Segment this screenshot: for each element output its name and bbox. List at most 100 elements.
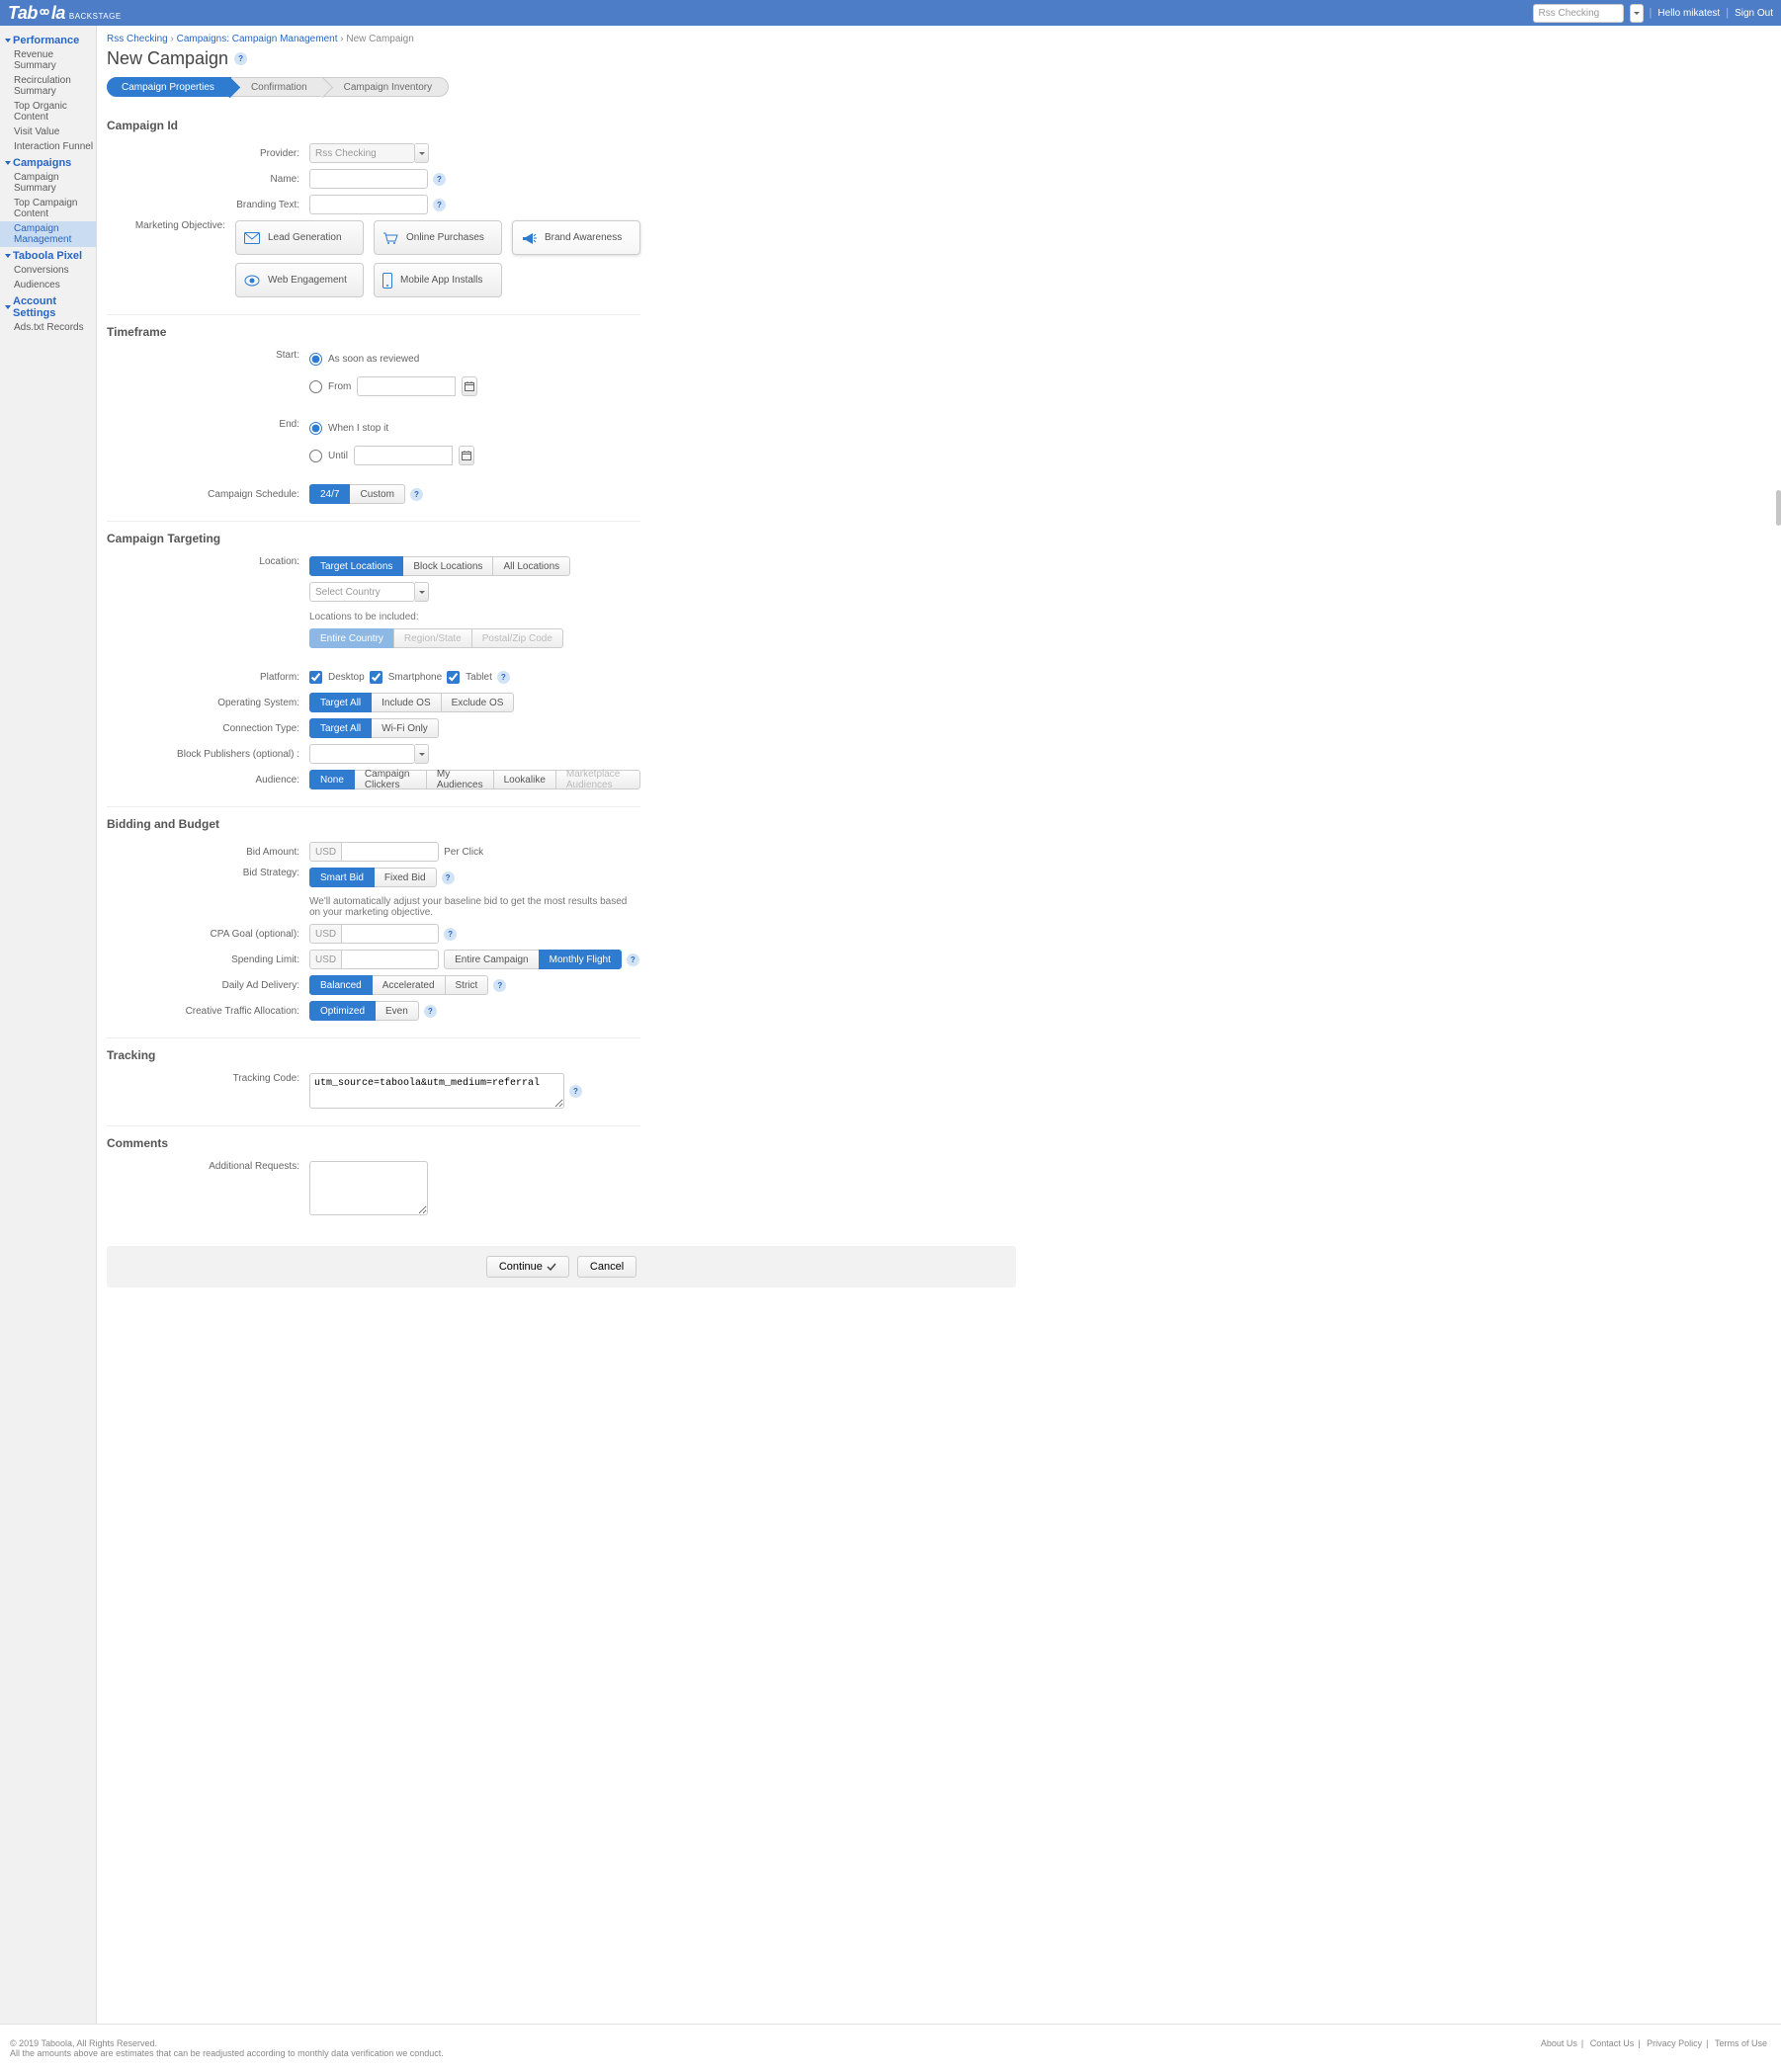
audience-clickers-button[interactable]: Campaign Clickers [354, 770, 427, 789]
country-select-button[interactable] [415, 582, 429, 602]
help-icon[interactable]: ? [493, 979, 506, 992]
sidebar-item-conversions[interactable]: Conversions [0, 263, 96, 278]
help-icon[interactable]: ? [410, 488, 423, 501]
wizard-step-properties[interactable]: Campaign Properties [107, 77, 231, 97]
country-select[interactable]: Select Country [309, 582, 415, 602]
footer-link-terms[interactable]: Terms of Use [1715, 2038, 1767, 2048]
block-publishers-button[interactable] [415, 744, 429, 764]
strategy-smart-button[interactable]: Smart Bid [309, 868, 375, 887]
objective-web-engagement[interactable]: Web Engagement [235, 263, 364, 297]
bid-amount-input[interactable] [342, 842, 439, 862]
account-dropdown-button[interactable] [1630, 4, 1644, 23]
os-exclude-button[interactable]: Exclude OS [441, 693, 515, 712]
sidebar-section-campaigns[interactable]: Campaigns [5, 157, 96, 169]
tracking-code-textarea[interactable] [309, 1073, 564, 1109]
creative-even-button[interactable]: Even [375, 1001, 419, 1021]
strategy-fixed-button[interactable]: Fixed Bid [374, 868, 437, 887]
spending-input[interactable] [342, 950, 439, 969]
sidebar-item-campaign-management[interactable]: Campaign Management [0, 221, 96, 247]
calendar-button[interactable] [459, 446, 474, 465]
audience-my-button[interactable]: My Audiences [426, 770, 494, 789]
help-icon[interactable]: ? [497, 671, 510, 684]
provider-select[interactable]: Rss Checking [309, 143, 415, 163]
location-target-button[interactable]: Target Locations [309, 556, 403, 576]
sidebar-item-top-campaign-content[interactable]: Top Campaign Content [0, 196, 96, 221]
end-stop-radio[interactable]: When I stop it [309, 422, 388, 435]
location-block-button[interactable]: Block Locations [402, 556, 493, 576]
hello-user-link[interactable]: Hello mikatest [1657, 8, 1720, 19]
cancel-button[interactable]: Cancel [577, 1256, 636, 1278]
start-asap-radio[interactable]: As soon as reviewed [309, 353, 419, 366]
sidebar-section-taboola-pixel[interactable]: Taboola Pixel [5, 250, 96, 262]
audience-lookalike-button[interactable]: Lookalike [493, 770, 556, 789]
scrollbar-thumb[interactable] [1776, 490, 1781, 526]
platform-desktop-checkbox[interactable]: Desktop [309, 671, 365, 684]
section-title-comments: Comments [107, 1132, 640, 1158]
end-until-radio[interactable]: Until [309, 446, 474, 465]
help-icon[interactable]: ? [442, 871, 455, 884]
block-publishers-select[interactable] [309, 744, 415, 764]
continue-button[interactable]: Continue [486, 1256, 569, 1278]
help-icon[interactable]: ? [234, 52, 247, 65]
objective-lead-generation[interactable]: Lead Generation [235, 220, 364, 255]
spending-entire-button[interactable]: Entire Campaign [444, 950, 539, 969]
scope-country-button[interactable]: Entire Country [309, 628, 394, 648]
audience-marketplace-button[interactable]: Marketplace Audiences [555, 770, 640, 789]
footer-link-contact[interactable]: Contact Us [1590, 2038, 1635, 2048]
help-icon[interactable]: ? [444, 928, 457, 941]
wizard-step-confirmation[interactable]: Confirmation [230, 77, 324, 97]
os-target-all-button[interactable]: Target All [309, 693, 372, 712]
cpa-input[interactable] [342, 924, 439, 944]
branding-input[interactable] [309, 195, 428, 214]
footer-link-about[interactable]: About Us [1541, 2038, 1577, 2048]
breadcrumb-account[interactable]: Rss Checking [107, 34, 168, 44]
help-icon[interactable]: ? [424, 1005, 437, 1018]
schedule-247-button[interactable]: 24/7 [309, 484, 350, 504]
scope-region-button[interactable]: Region/State [393, 628, 472, 648]
wizard-step-inventory[interactable]: Campaign Inventory [323, 77, 450, 97]
sidebar-item-campaign-summary[interactable]: Campaign Summary [0, 170, 96, 196]
scope-postal-button[interactable]: Postal/Zip Code [471, 628, 563, 648]
schedule-custom-button[interactable]: Custom [349, 484, 404, 504]
objective-brand-awareness[interactable]: Brand Awareness [512, 220, 640, 255]
calendar-button[interactable] [462, 376, 477, 396]
sidebar-item-ads-txt-records[interactable]: Ads.txt Records [0, 320, 96, 335]
sidebar-section-performance[interactable]: Performance [5, 35, 96, 46]
daily-balanced-button[interactable]: Balanced [309, 975, 373, 995]
objective-online-purchases[interactable]: Online Purchases [374, 220, 502, 255]
sidebar-item-revenue-summary[interactable]: Revenue Summary [0, 47, 96, 73]
end-date-input[interactable] [354, 446, 453, 465]
help-icon[interactable]: ? [433, 173, 446, 186]
start-from-radio[interactable]: From [309, 376, 477, 396]
conn-target-all-button[interactable]: Target All [309, 718, 372, 738]
conn-wifi-button[interactable]: Wi-Fi Only [371, 718, 439, 738]
comments-textarea[interactable] [309, 1161, 428, 1215]
os-include-button[interactable]: Include OS [371, 693, 441, 712]
daily-strict-button[interactable]: Strict [445, 975, 489, 995]
sidebar-item-top-organic-content[interactable]: Top Organic Content [0, 99, 96, 124]
sidebar-section-account-settings[interactable]: Account Settings [5, 295, 96, 319]
help-icon[interactable]: ? [627, 953, 639, 966]
creative-optimized-button[interactable]: Optimized [309, 1001, 376, 1021]
sidebar-item-interaction-funnel[interactable]: Interaction Funnel [0, 139, 96, 154]
spending-monthly-button[interactable]: Monthly Flight [539, 950, 622, 969]
help-icon[interactable]: ? [569, 1085, 582, 1098]
platform-tablet-checkbox[interactable]: Tablet [447, 671, 492, 684]
platform-smartphone-checkbox[interactable]: Smartphone [370, 671, 442, 684]
signout-link[interactable]: Sign Out [1735, 8, 1773, 19]
help-icon[interactable]: ? [433, 199, 446, 211]
sidebar-item-visit-value[interactable]: Visit Value [0, 124, 96, 139]
breadcrumb-campaigns[interactable]: Campaigns: Campaign Management [177, 34, 338, 44]
objective-mobile-app-installs[interactable]: Mobile App Installs [374, 263, 502, 297]
scrollbar[interactable] [1775, 26, 1781, 2024]
daily-accelerated-button[interactable]: Accelerated [372, 975, 446, 995]
sidebar-item-recirculation-summary[interactable]: Recirculation Summary [0, 73, 96, 99]
location-all-button[interactable]: All Locations [492, 556, 570, 576]
provider-select-button[interactable] [415, 143, 429, 163]
sidebar-item-audiences[interactable]: Audiences [0, 278, 96, 292]
start-date-input[interactable] [357, 376, 456, 396]
footer-link-privacy[interactable]: Privacy Policy [1647, 2038, 1702, 2048]
audience-none-button[interactable]: None [309, 770, 355, 789]
name-input[interactable] [309, 169, 428, 189]
account-selector[interactable]: Rss Checking [1533, 4, 1624, 23]
